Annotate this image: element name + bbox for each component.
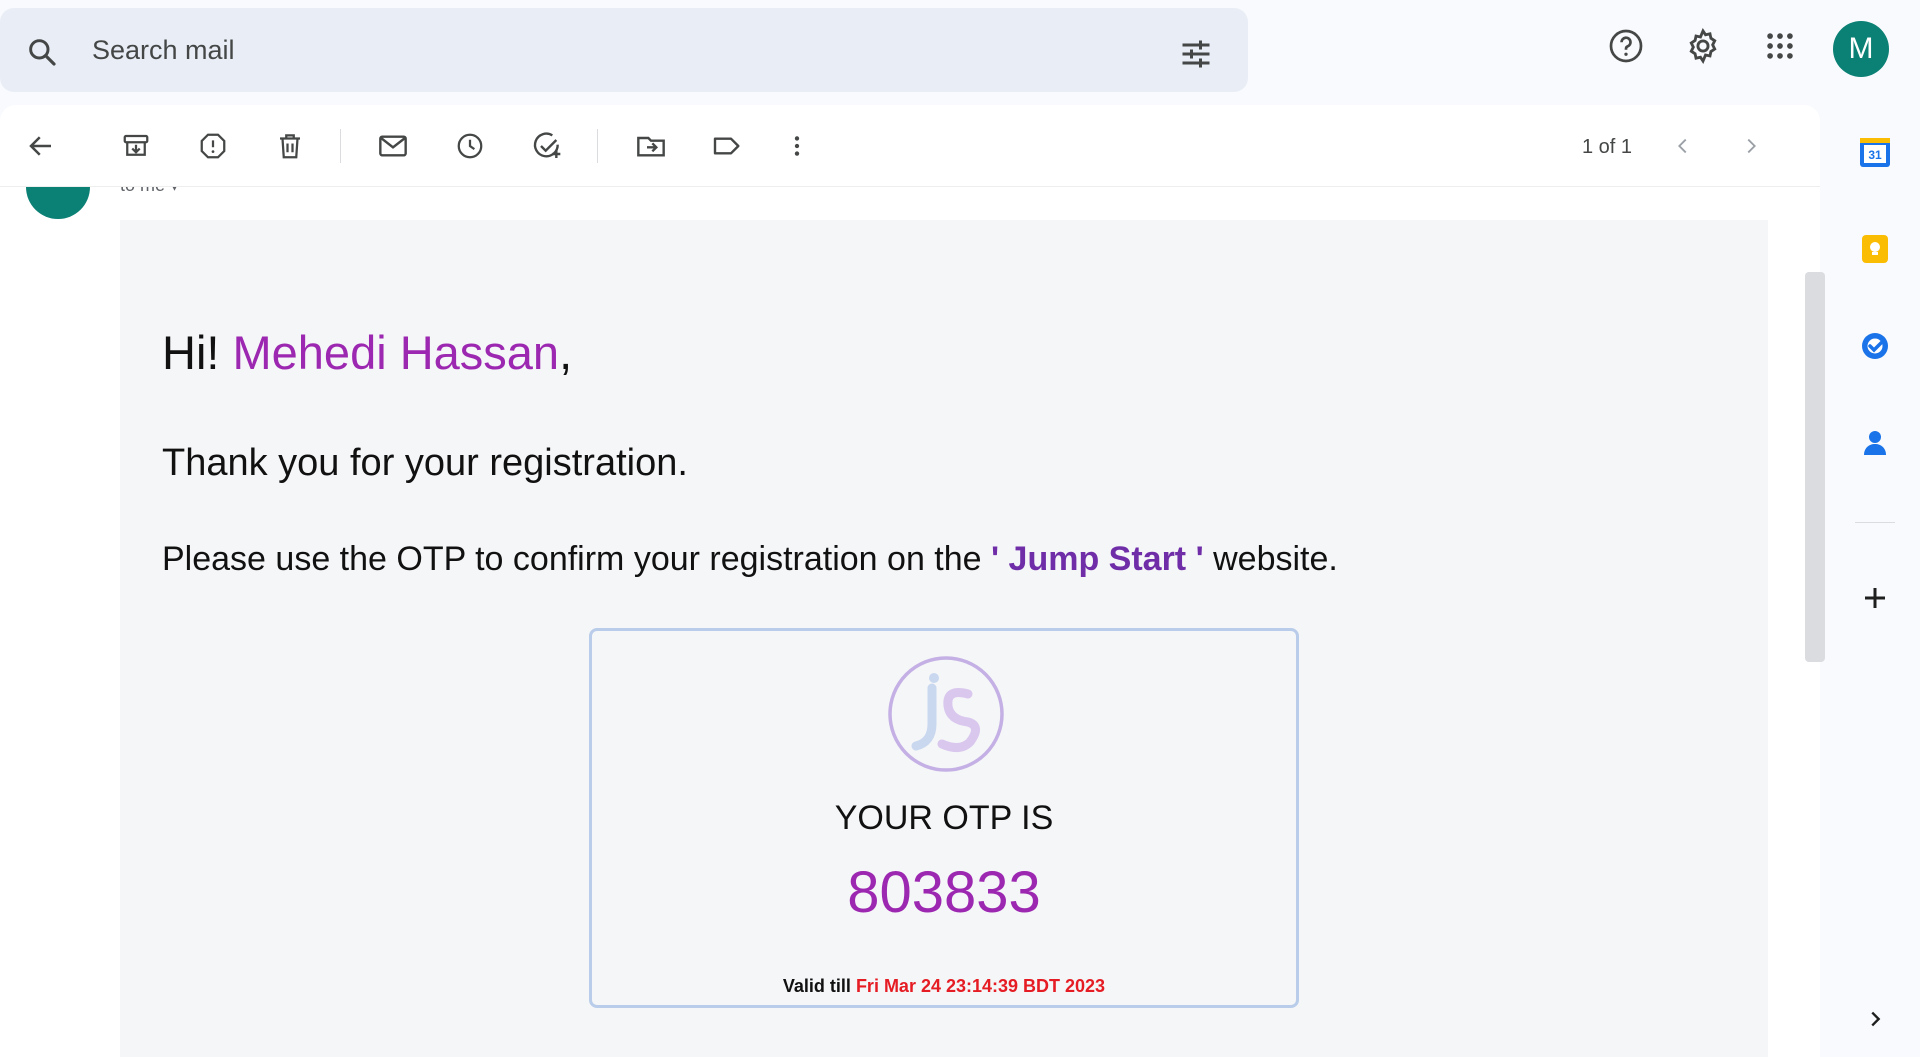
search-icon[interactable] [26,36,58,68]
calendar-day: 31 [1868,148,1882,162]
apps-icon[interactable] [1760,26,1800,66]
instruction-text: Please use the OTP to confirm your regis… [162,540,1338,579]
message-toolbar: 1 of 1 [0,105,1820,187]
thanks-text: Thank you for your registration. [162,442,688,484]
report-spam-icon[interactable] [196,129,230,163]
toolbar-divider [340,129,341,163]
back-arrow-icon[interactable] [24,129,58,163]
snooze-icon[interactable] [453,129,487,163]
pager-count: 1 of 1 [1582,136,1633,158]
chevron-right-icon[interactable] [1736,131,1766,161]
plus-icon[interactable] [1856,579,1894,617]
move-to-icon[interactable] [634,129,668,163]
side-panel-divider [1855,522,1895,523]
gear-icon[interactable] [1683,26,1723,66]
help-icon[interactable] [1606,26,1646,66]
add-task-icon[interactable] [530,129,564,163]
greeting: Hi! Mehedi Hassan, [162,325,572,380]
chevron-left-icon[interactable] [1668,131,1698,161]
top-bar: M [0,0,1920,100]
instruction-prefix: Please use the OTP to confirm your regis… [162,540,992,578]
contacts-icon[interactable] [1856,424,1894,462]
otp-label: YOUR OTP IS [834,799,1054,837]
delete-icon[interactable] [273,129,307,163]
label-icon[interactable] [710,129,744,163]
account-avatar[interactable]: M [1833,21,1889,77]
valid-date: Fri Mar 24 23:14:39 BDT 2023 [855,976,1106,996]
greeting-prefix: Hi! [162,326,233,379]
greeting-suffix: , [559,326,573,379]
toolbar-divider [597,129,598,163]
chevron-right-icon[interactable] [1856,1000,1894,1038]
otp-validity: Valid till Fri Mar 24 23:14:39 BDT 2023 [592,976,1296,997]
email-body: Hi! Mehedi Hassan, Thank you for your re… [120,220,1768,1057]
more-vert-icon[interactable] [780,129,814,163]
valid-prefix: Valid till [782,976,856,996]
site-name: ' Jump Start ' [991,540,1204,578]
recipient-name: Mehedi Hassan [232,326,560,379]
message-view: to me ▾ Hi! Mehedi Hassan, Thank you for… [0,105,1820,1057]
mark-unread-icon[interactable] [376,129,410,163]
keep-icon[interactable] [1856,230,1894,268]
tasks-icon[interactable] [1856,327,1894,365]
calendar-icon[interactable]: 31 [1856,133,1894,171]
otp-card: YOUR OTP IS 803833 Valid till Fri Mar 24… [589,628,1299,1008]
instruction-suffix: website. [1203,540,1338,578]
search-bar[interactable] [0,8,1248,92]
tune-icon[interactable] [1178,36,1214,72]
otp-code: 803833 [847,860,1041,925]
jump-start-logo [888,656,1004,772]
search-input[interactable] [92,30,992,70]
archive-icon[interactable] [119,129,153,163]
